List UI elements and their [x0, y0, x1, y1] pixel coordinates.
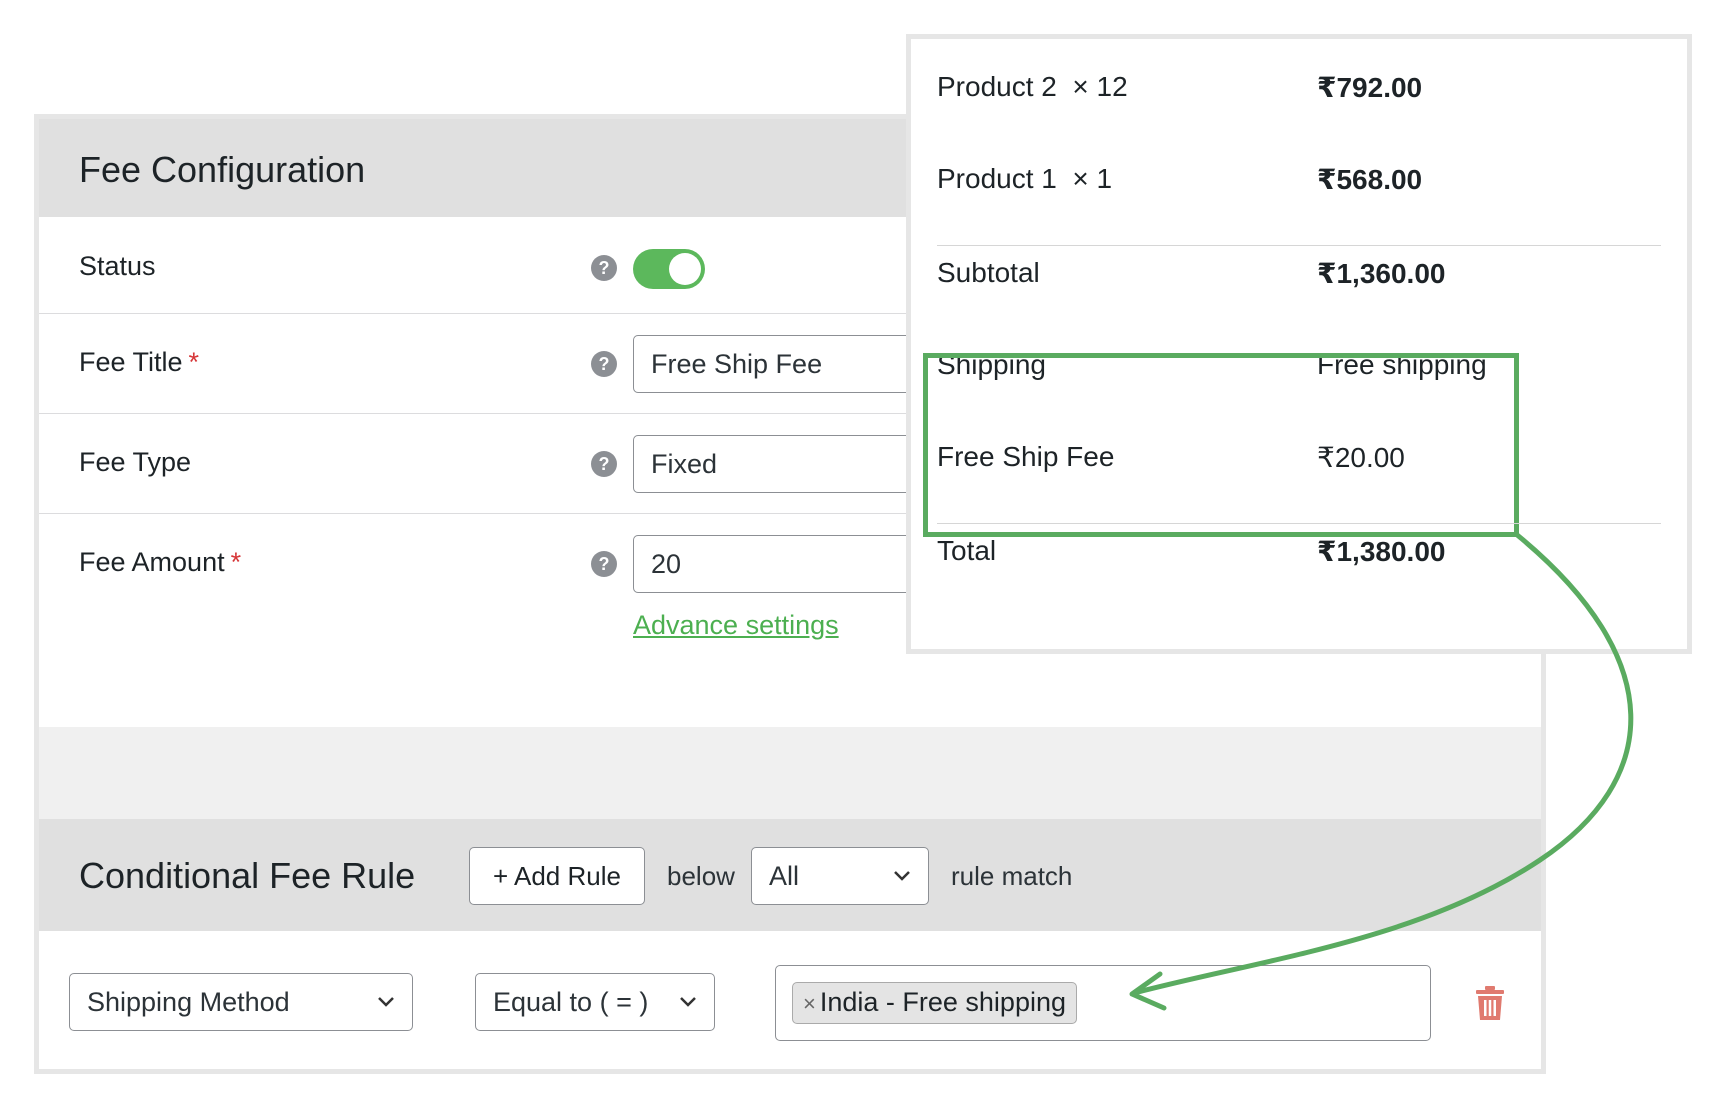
conditional-rule-title: Conditional Fee Rule	[79, 855, 416, 896]
subtotal-value: ₹1,360.00	[1317, 258, 1446, 289]
divider	[937, 245, 1661, 246]
tag-remove-icon[interactable]: ×	[803, 991, 816, 1016]
total-value: ₹1,380.00	[1317, 536, 1446, 567]
status-label: Status	[79, 251, 156, 281]
cart-item-row: Product 1 × 1 ₹568.00	[937, 163, 1661, 203]
help-icon[interactable]: ?	[591, 451, 617, 477]
fee-title-label: Fee Title *	[79, 347, 200, 377]
help-icon[interactable]: ?	[591, 351, 617, 377]
condition-operator-select[interactable]: Equal to ( = )	[475, 973, 715, 1031]
cart-item-name: Product 2 × 12	[937, 71, 1128, 102]
rule-match-text: rule match	[951, 861, 1073, 891]
condition-value-field[interactable]: × India - Free shipping	[775, 965, 1431, 1041]
fee-type-label: Fee Type	[79, 447, 192, 477]
divider	[937, 523, 1661, 524]
chevron-down-icon	[680, 997, 696, 1007]
help-icon[interactable]: ?	[591, 255, 617, 281]
help-icon[interactable]: ?	[591, 551, 617, 577]
match-select[interactable]: All	[751, 847, 929, 905]
fee-config-title: Fee Configuration	[79, 149, 366, 190]
required-marker: *	[188, 347, 200, 377]
status-toggle[interactable]	[633, 249, 705, 289]
toggle-knob	[669, 253, 701, 285]
cart-item-price: ₹568.00	[1317, 164, 1423, 195]
chevron-down-icon	[894, 871, 910, 881]
condition-field-select[interactable]: Shipping Method	[69, 973, 413, 1031]
total-label: Total	[937, 535, 997, 566]
advance-settings-link[interactable]: Advance settings	[633, 610, 839, 641]
cart-totals-card: Product 2 × 12 ₹792.00 Product 1 × 1 ₹56…	[906, 34, 1692, 654]
value-tag: × India - Free shipping	[792, 982, 1077, 1024]
chevron-down-icon	[378, 997, 394, 1007]
cart-item-row: Product 2 × 12 ₹792.00	[937, 71, 1661, 111]
condition-row: Shipping Method Equal to ( = ) × India - …	[39, 931, 1541, 1069]
fee-amount-label: Fee Amount *	[79, 547, 242, 577]
cart-item-name: Product 1 × 1	[937, 163, 1113, 194]
add-rule-button[interactable]: + Add Rule	[469, 847, 645, 905]
highlight-box	[923, 353, 1519, 537]
trash-icon[interactable]	[1475, 985, 1505, 1021]
cart-item-price: ₹792.00	[1317, 72, 1423, 103]
subtotal-label: Subtotal	[937, 257, 1040, 288]
total-row: Total ₹1,380.00	[937, 535, 1661, 575]
required-marker: *	[230, 547, 242, 577]
conditional-rule-header: Conditional Fee Rule + Add Rule below Al…	[39, 819, 1541, 932]
subtotal-row: Subtotal ₹1,360.00	[937, 257, 1661, 297]
below-text: below	[667, 861, 735, 891]
